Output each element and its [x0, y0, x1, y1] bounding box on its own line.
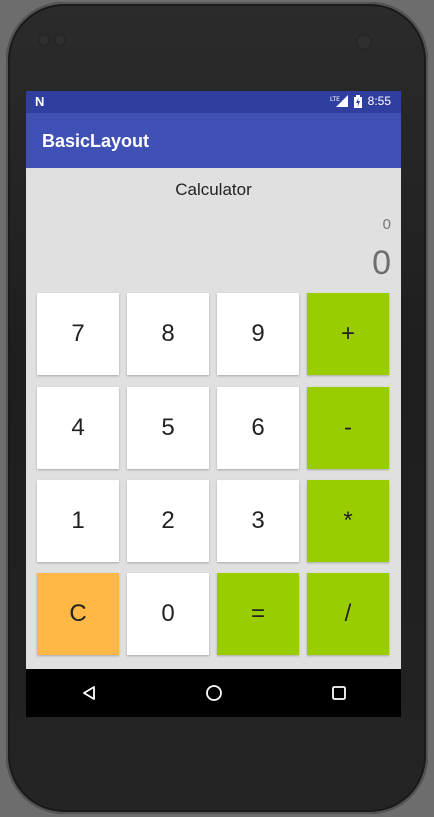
- key-digit-8-button[interactable]: 8: [127, 293, 209, 375]
- app-title: BasicLayout: [42, 131, 150, 151]
- recents-button[interactable]: [319, 673, 359, 713]
- key-digit-7-button[interactable]: 7: [37, 293, 119, 375]
- calculator-panel: Calculator 0 0 7 8 9 +4 5 6-1 2 3 * C 0 = /: [26, 168, 401, 669]
- status-time: 8:55: [367, 94, 391, 108]
- key-digit-0-button[interactable]: 0: [127, 573, 209, 655]
- key-multiply-button[interactable]: *: [307, 480, 389, 562]
- sensor-dot: [38, 34, 50, 46]
- home-circle-icon: [205, 685, 222, 701]
- back-triangle-icon: [82, 686, 95, 700]
- key-digit-3-button[interactable]: 3: [217, 480, 299, 562]
- app-bar: BasicLayout: [26, 113, 401, 168]
- recents-square-icon: [331, 686, 346, 700]
- status-icons: LTE 8:55: [330, 94, 391, 108]
- key-plus-button[interactable]: +: [307, 293, 389, 375]
- status-bar: N LTE 8:55: [26, 91, 401, 113]
- battery-icon: [353, 94, 362, 108]
- key-digit-9-button[interactable]: 9: [217, 293, 299, 375]
- key-minus-button[interactable]: -: [307, 387, 389, 469]
- svg-text:LTE: LTE: [330, 96, 340, 103]
- key-digit-5-button[interactable]: 5: [127, 387, 209, 469]
- key-equals-button[interactable]: =: [217, 573, 299, 655]
- device-screen: N LTE 8:55 BasicLayout Calculator 0 0 78…: [26, 91, 401, 717]
- front-camera: [356, 34, 372, 50]
- n-notification-icon: N: [35, 94, 45, 109]
- navigation-bar: [26, 669, 401, 717]
- calculator-label: Calculator: [175, 180, 252, 199]
- home-button[interactable]: [194, 673, 234, 713]
- key-digit-2-button[interactable]: 2: [127, 480, 209, 562]
- key-digit-1-button[interactable]: 1: [37, 480, 119, 562]
- lte-signal-icon: LTE: [330, 95, 348, 107]
- key-digit-6-button[interactable]: 6: [217, 387, 299, 469]
- back-button[interactable]: [69, 673, 109, 713]
- key-divide-button[interactable]: /: [307, 573, 389, 655]
- sensor-dot: [54, 34, 66, 46]
- result-display: 0: [372, 244, 391, 282]
- key-digit-4-button[interactable]: 4: [37, 387, 119, 469]
- expression-display: 0: [382, 216, 391, 233]
- key-clear-button[interactable]: C: [37, 573, 119, 655]
